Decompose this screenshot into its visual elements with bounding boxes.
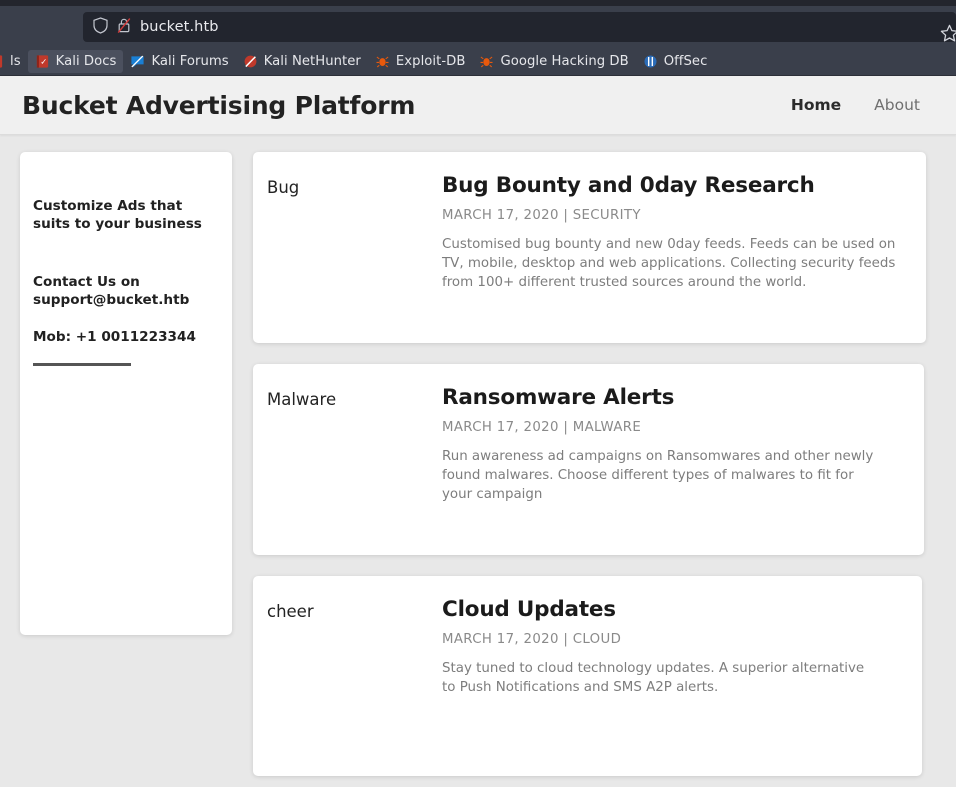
bookmark-label: Kali Forums — [151, 53, 229, 69]
site-header: Bucket Advertising Platform Home About — [0, 76, 956, 135]
bookmark-label: Kali NetHunter — [263, 53, 361, 69]
sidebar-heading: Customize Ads that suits to your busines… — [33, 198, 202, 232]
post-title[interactable]: Bug Bounty and 0day Research — [442, 173, 906, 199]
lock-crossed-out-icon[interactable] — [117, 17, 131, 38]
google-hacking-db-icon — [480, 56, 493, 67]
bookmark-label: Google Hacking DB — [500, 53, 629, 69]
nav-link-home[interactable]: Home — [791, 96, 841, 114]
post-body: Cloud Updates MARCH 17, 2020 | CLOUD Sta… — [442, 597, 902, 754]
exploit-db-icon — [376, 56, 389, 67]
post-category: Malware — [267, 390, 337, 409]
post-meta: MARCH 17, 2020 | MALWARE — [442, 419, 642, 435]
kali-nethunter-icon — [244, 55, 257, 67]
bookmarks-bar: ls ✓ Kali Docs Kali Forums Kali NetHunte… — [0, 47, 956, 76]
post-meta: MARCH 17, 2020 | CLOUD — [442, 631, 622, 647]
browser-toolbar: bucket.htb — [0, 6, 956, 47]
kali-forums-icon — [131, 55, 145, 67]
browser-chrome: bucket.htb ls ✓ Kali Docs Kali Forums Ka… — [0, 0, 956, 76]
shield-icon[interactable] — [93, 16, 108, 38]
post-category: cheer — [267, 602, 314, 621]
site-nav: Home About — [791, 96, 934, 114]
bookmark-label: Exploit-DB — [395, 53, 466, 69]
bookmark-google-hacking-db[interactable]: Google Hacking DB — [472, 50, 635, 73]
bookmark-label: OffSec — [663, 53, 708, 69]
post-description: Run awareness ad campaigns on Ransomware… — [442, 448, 874, 502]
bookmark-star-icon[interactable] — [936, 20, 956, 46]
sidebar-mobile: Mob: +1 0011223344 — [33, 328, 196, 345]
post-description: Stay tuned to cloud technology updates. … — [442, 660, 865, 695]
kali-docs-icon: ✓ — [36, 54, 48, 68]
bookmark-offsec[interactable]: OffSec — [636, 50, 715, 73]
post-card[interactable]: Bug Bug Bounty and 0day Research MARCH 1… — [253, 152, 926, 343]
sidebar: Customize Ads that suits to your busines… — [20, 152, 232, 635]
sidebar-divider — [33, 362, 131, 366]
post-description: Customised bug bounty and new 0day feeds… — [442, 236, 896, 290]
url-text[interactable]: bucket.htb — [140, 19, 219, 35]
bookmark-exploit-db[interactable]: Exploit-DB — [368, 50, 473, 73]
post-list: Bug Bug Bounty and 0day Research MARCH 1… — [232, 152, 956, 776]
nav-link-about[interactable]: About — [874, 96, 920, 114]
post-title[interactable]: Ransomware Alerts — [442, 385, 904, 411]
sidebar-contact: Contact Us on support@bucket.htb — [33, 273, 190, 308]
main-content: Customize Ads that suits to your busines… — [0, 135, 956, 776]
post-body: Bug Bounty and 0day Research MARCH 17, 2… — [442, 173, 906, 321]
address-bar[interactable]: bucket.htb — [83, 12, 956, 42]
bookmark-label: ls — [10, 53, 21, 69]
offsec-icon — [644, 55, 657, 67]
kali-tools-icon — [0, 54, 3, 68]
post-body: Ransomware Alerts MARCH 17, 2020 | MALWA… — [442, 385, 904, 533]
page-content: Bucket Advertising Platform Home About C… — [0, 76, 956, 787]
bookmark-kali-tools[interactable]: ls — [0, 50, 28, 73]
bookmark-kali-forums[interactable]: Kali Forums — [123, 50, 235, 73]
post-title[interactable]: Cloud Updates — [442, 597, 902, 623]
page-title: Bucket Advertising Platform — [22, 90, 416, 120]
post-card[interactable]: Malware Ransomware Alerts MARCH 17, 2020… — [253, 364, 924, 555]
post-category: Bug — [267, 178, 300, 197]
post-meta: MARCH 17, 2020 | SECURITY — [442, 207, 641, 223]
bookmark-kali-docs[interactable]: ✓ Kali Docs — [27, 49, 124, 73]
svg-text:✓: ✓ — [40, 56, 47, 66]
bookmark-kali-nethunter[interactable]: Kali NetHunter — [236, 50, 368, 73]
post-card[interactable]: cheer Cloud Updates MARCH 17, 2020 | CLO… — [253, 576, 922, 776]
bookmark-label: Kali Docs — [55, 53, 117, 69]
